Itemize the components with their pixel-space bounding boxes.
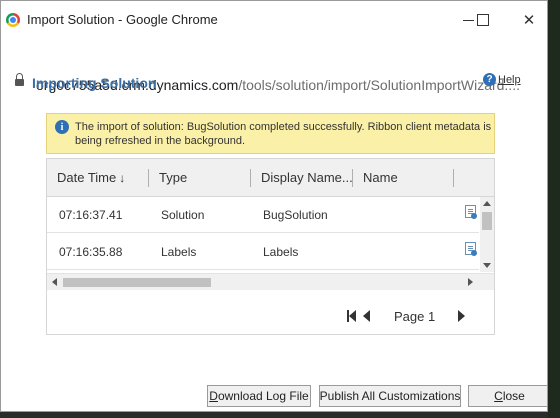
cell-display-name: Labels <box>263 245 299 259</box>
info-notification: i The import of solution: BugSolution co… <box>46 113 495 154</box>
pager: Page 1 <box>47 290 494 334</box>
lock-icon <box>15 73 24 86</box>
column-separator[interactable] <box>453 169 454 187</box>
scroll-up-icon[interactable] <box>483 201 491 206</box>
window-title: Import Solution - Google Chrome <box>27 12 218 27</box>
maximize-icon <box>477 14 489 26</box>
details-icon[interactable] <box>465 205 477 219</box>
help-link[interactable]: ? Help <box>483 73 521 86</box>
button-label: ownload Log File <box>217 389 309 403</box>
column-header-date-time[interactable]: Date Time ↓ <box>57 170 125 185</box>
column-label: Date Time <box>57 170 117 185</box>
page-label: Page 1 <box>394 309 436 324</box>
dialog-title: Importing Solution <box>32 75 157 91</box>
vertical-scrollbar[interactable] <box>480 197 494 272</box>
table-row[interactable]: 07:16:35.88 Labels Labels <box>47 234 479 270</box>
maximize-button[interactable] <box>469 9 497 31</box>
column-header-type[interactable]: Type <box>159 170 187 185</box>
column-header-display-name[interactable]: Display Name... <box>261 170 353 185</box>
previous-page-icon[interactable] <box>363 310 370 322</box>
column-header-name[interactable]: Name <box>363 170 398 185</box>
scroll-left-icon[interactable] <box>52 278 57 286</box>
cell-type: Labels <box>161 245 197 259</box>
close-window-button[interactable]: ✕ <box>515 9 543 31</box>
horizontal-scroll-thumb[interactable] <box>63 278 211 287</box>
info-icon: i <box>55 120 69 134</box>
background-desktop <box>548 0 560 418</box>
table-row[interactable]: 07:16:37.41 Solution BugSolution <box>47 197 479 233</box>
next-page-icon[interactable] <box>458 310 465 322</box>
url-path: /tools/solution/import/SolutionImportWiz… <box>238 77 520 93</box>
help-icon: ? <box>483 73 496 86</box>
details-icon[interactable] <box>465 242 477 256</box>
first-page-button[interactable] <box>347 310 356 322</box>
horizontal-scrollbar[interactable] <box>47 273 494 290</box>
access-key: D <box>209 389 218 403</box>
cell-type: Solution <box>161 208 205 222</box>
cell-time: 07:16:35.88 <box>59 245 123 259</box>
publish-all-customizations-button[interactable]: Publish All Customizations <box>319 385 461 407</box>
scroll-right-icon[interactable] <box>468 278 473 286</box>
column-separator[interactable] <box>352 169 353 187</box>
sort-descending-icon: ↓ <box>119 171 126 185</box>
column-separator[interactable] <box>148 169 149 187</box>
cell-display-name: BugSolution <box>263 208 328 222</box>
access-key: C <box>494 389 503 403</box>
vertical-scroll-thumb[interactable] <box>482 212 492 230</box>
grid-header: Date Time ↓ Type Display Name... Name <box>47 159 494 197</box>
close-button[interactable]: Close <box>468 385 547 407</box>
first-page-arrow-icon <box>349 310 356 322</box>
import-log-grid: Date Time ↓ Type Display Name... Name 07:… <box>46 158 495 335</box>
cell-time: 07:16:37.41 <box>59 208 123 222</box>
button-label: Publish All Customizations <box>319 389 461 403</box>
browser-window: Import Solution - Google Chrome ✕ org0c7… <box>0 0 548 412</box>
button-label: lose <box>502 389 525 403</box>
chrome-icon <box>6 13 20 27</box>
scroll-down-icon[interactable] <box>483 263 491 268</box>
info-message: The import of solution: BugSolution comp… <box>75 121 492 147</box>
column-separator[interactable] <box>250 169 251 187</box>
help-label: Help <box>498 73 521 86</box>
close-icon: ✕ <box>522 12 536 29</box>
address-bar[interactable]: org0c755a5d.crm.dynamics.com/tools/solut… <box>1 37 547 93</box>
title-bar: Import Solution - Google Chrome ✕ <box>1 1 547 37</box>
download-log-file-button[interactable]: Download Log File <box>207 385 311 407</box>
